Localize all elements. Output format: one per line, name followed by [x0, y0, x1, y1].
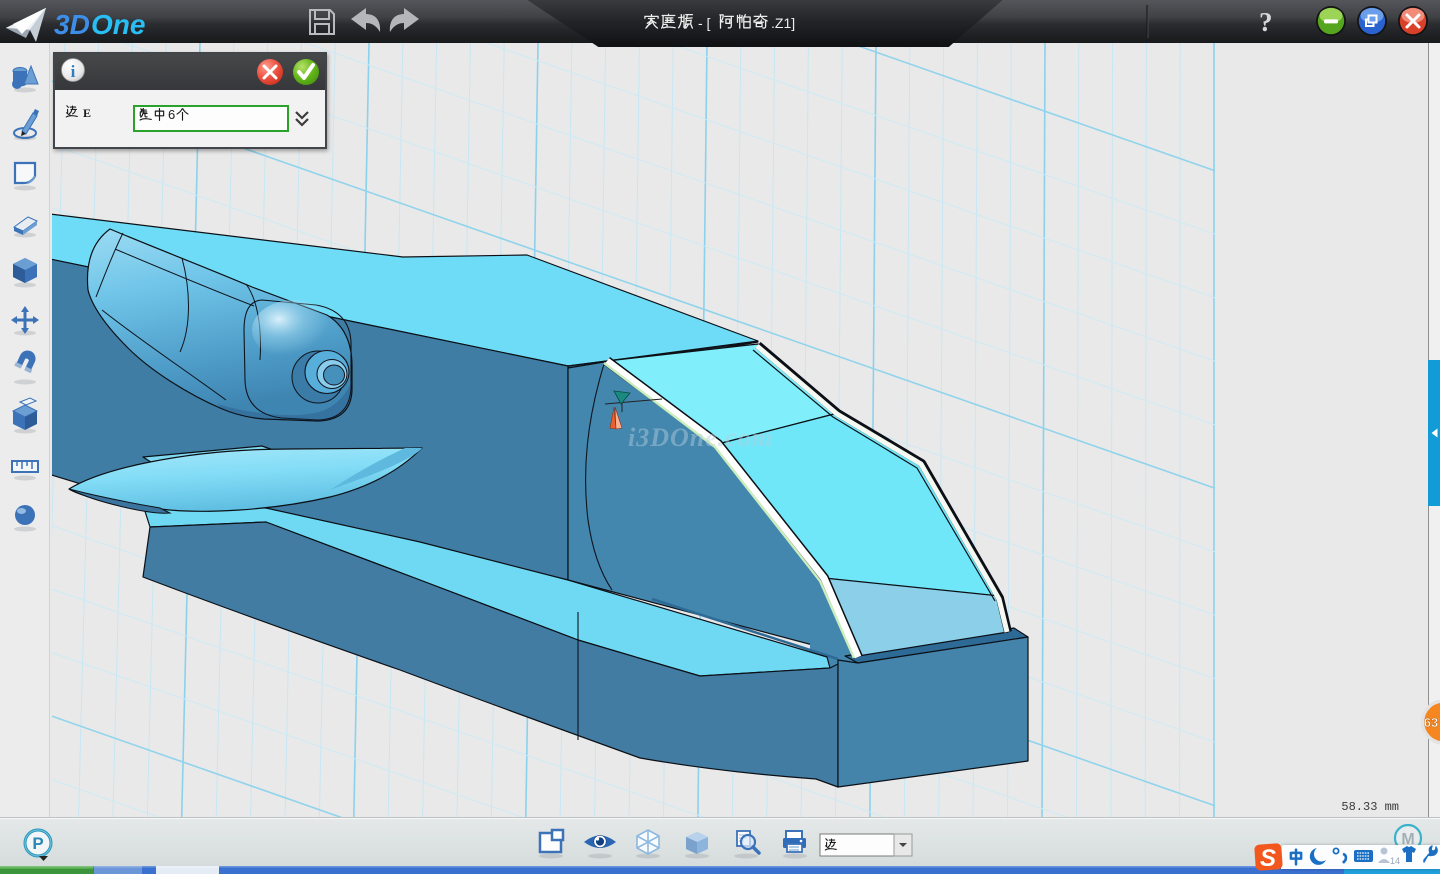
svg-text:One: One [91, 9, 145, 40]
svg-text:P: P [32, 834, 43, 853]
svg-text:.Z1]: .Z1] [771, 15, 795, 31]
svg-text:58.33 mm: 58.33 mm [1341, 800, 1399, 814]
svg-text:- [: - [ [698, 15, 711, 31]
svg-text:3D: 3D [54, 9, 90, 40]
svg-text:63: 63 [1424, 715, 1438, 730]
svg-text:?: ? [1259, 7, 1273, 37]
svg-text:E: E [83, 106, 91, 120]
svg-text:i3DOne.com: i3DOne.com [628, 423, 773, 452]
svg-text:i: i [71, 62, 76, 81]
svg-text:6: 6 [168, 107, 175, 122]
svg-text:S: S [1260, 845, 1276, 872]
svg-text:14: 14 [1390, 856, 1400, 866]
